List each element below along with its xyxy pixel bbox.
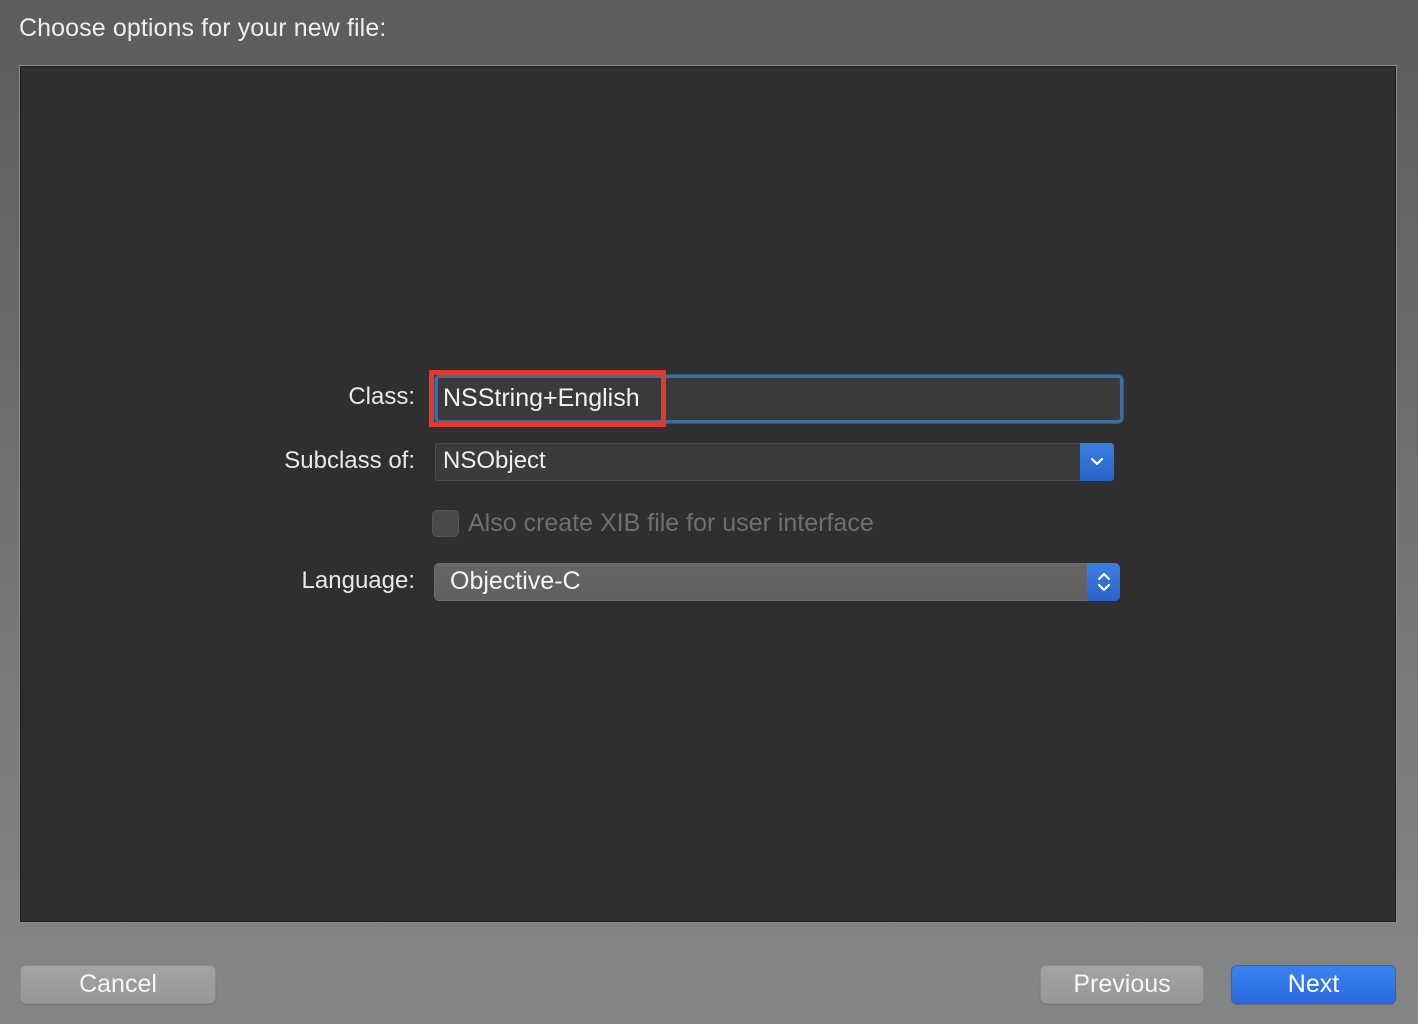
cancel-button[interactable]: Cancel	[20, 965, 216, 1004]
chevron-down-icon	[1090, 457, 1104, 466]
up-down-chevron-icon	[1097, 572, 1110, 592]
language-label: Language:	[301, 567, 415, 594]
xib-checkbox-label: Also create XIB file for user interface	[468, 509, 874, 537]
dialog-title: Choose options for your new file:	[19, 14, 387, 42]
next-button[interactable]: Next	[1231, 965, 1396, 1004]
xib-checkbox[interactable]	[432, 510, 459, 537]
language-popup-arrows[interactable]	[1087, 563, 1120, 601]
language-value[interactable]: Objective-C	[450, 567, 581, 596]
subclass-value[interactable]: NSObject	[443, 447, 546, 475]
class-label: Class:	[348, 383, 415, 410]
previous-button[interactable]: Previous	[1040, 965, 1204, 1004]
subclass-dropdown-button[interactable]	[1080, 443, 1114, 481]
class-name-highlight	[429, 370, 666, 427]
subclass-label: Subclass of:	[284, 447, 415, 474]
options-panel	[19, 65, 1397, 923]
